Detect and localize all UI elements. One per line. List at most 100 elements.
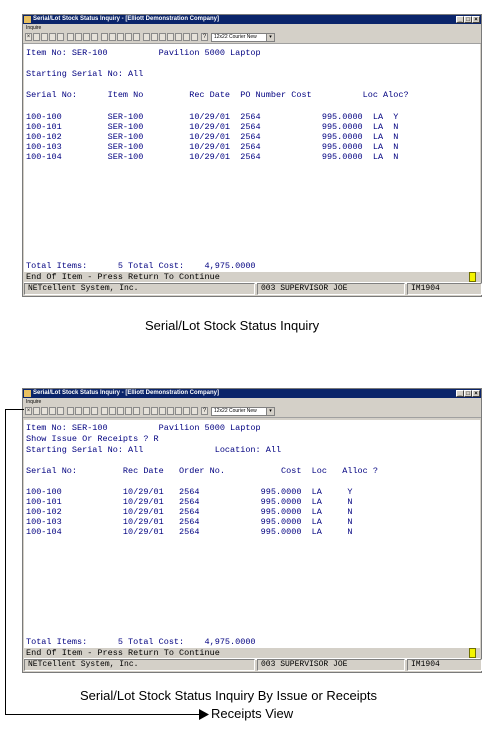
notes-icon[interactable] <box>125 33 132 41</box>
font-select-value: 12x22 Courier New <box>214 34 257 40</box>
table-row: 100-104 10/29/01 2564 995.0000 LA N <box>26 527 353 537</box>
inquiry-window: Serial/Lot Stock Status Inquiry - [Ellio… <box>22 14 482 297</box>
status-bar: NETcellent System, Inc. 003 SUPERVISOR J… <box>24 283 482 295</box>
open-icon[interactable] <box>41 407 48 415</box>
table-row: 100-101 SER-100 10/29/01 2564 995.0000 L… <box>26 122 399 132</box>
chevron-down-icon[interactable]: ▾ <box>266 408 274 415</box>
window-title: Serial/Lot Stock Status Inquiry - [Ellio… <box>33 390 220 396</box>
flag-icon[interactable] <box>133 33 140 41</box>
copy-icon[interactable] <box>75 407 82 415</box>
chevron-down-icon[interactable]: ▾ <box>266 34 274 41</box>
item-line: Item No: SER-100 Pavilion 5000 Laptop <box>26 48 261 58</box>
starting-serial-line: Starting Serial No: All <box>26 69 144 79</box>
table-row: 100-100 SER-100 10/29/01 2564 995.0000 L… <box>26 112 399 122</box>
connector-line <box>5 409 6 715</box>
maximize-button[interactable]: □ <box>464 390 472 397</box>
close-button[interactable]: × <box>472 390 480 397</box>
terminal-screen: Item No: SER-100 Pavilion 5000 Laptop St… <box>24 44 480 284</box>
menu-bar: Inquire <box>23 24 481 32</box>
gear-icon[interactable] <box>175 407 182 415</box>
caption-receipts-view: Receipts View <box>211 706 294 721</box>
menu-bar: Inquire <box>23 398 481 406</box>
totals-line: Total Items: 5 Total Cost: 4,975.0000 <box>26 261 256 271</box>
table-row: 100-103 10/29/01 2564 995.0000 LA N <box>26 517 353 527</box>
flag-icon[interactable] <box>133 407 140 415</box>
paste-icon[interactable] <box>83 407 90 415</box>
cut-icon[interactable] <box>67 33 74 41</box>
save-icon[interactable] <box>49 33 56 41</box>
mail-icon[interactable] <box>151 33 158 41</box>
end-of-item-message: End Of Item - Press Return To Continue <box>26 272 220 282</box>
calendar-icon[interactable] <box>109 407 116 415</box>
calculator-icon[interactable] <box>117 33 124 41</box>
find-icon[interactable] <box>91 407 98 415</box>
cancel-icon[interactable]: × <box>25 407 32 415</box>
chart-icon[interactable] <box>167 407 174 415</box>
status-user: 003 SUPERVISOR JOE <box>257 659 405 671</box>
maximize-button[interactable]: □ <box>464 16 472 23</box>
table-row: 100-102 10/29/01 2564 995.0000 LA N <box>26 507 353 517</box>
window-title-bar[interactable]: Serial/Lot Stock Status Inquiry - [Ellio… <box>23 15 481 24</box>
window-title-bar[interactable]: Serial/Lot Stock Status Inquiry - [Ellio… <box>23 389 481 398</box>
report-icon[interactable] <box>143 407 150 415</box>
close-button[interactable]: × <box>472 16 480 23</box>
font-select[interactable]: 12x22 Courier New ▾ <box>211 407 275 416</box>
starting-serial-line: Starting Serial No: All Location: All <box>26 445 282 455</box>
message-line: End Of Item - Press Return To Continue <box>24 272 480 282</box>
chart-icon[interactable] <box>167 33 174 41</box>
new-icon[interactable] <box>33 33 40 41</box>
cursor-indicator <box>469 272 476 282</box>
zoom-icon[interactable] <box>159 407 166 415</box>
notes-icon[interactable] <box>125 407 132 415</box>
column-header: Serial No: Rec Date Order No. Cost Loc A… <box>26 466 378 476</box>
book-icon[interactable] <box>183 33 190 41</box>
item-line: Item No: SER-100 Pavilion 5000 Laptop <box>26 423 261 433</box>
zoom-icon[interactable] <box>159 33 166 41</box>
cancel-icon[interactable]: × <box>25 33 32 41</box>
book-icon[interactable] <box>183 407 190 415</box>
connector-line <box>5 409 24 410</box>
toolbar: × ? 12x22 Courier New ▾ <box>23 406 481 418</box>
lookup-icon[interactable] <box>101 407 108 415</box>
status-code: IM1904 <box>407 283 482 295</box>
exit-icon[interactable] <box>191 407 198 415</box>
minimize-button[interactable]: _ <box>456 16 464 23</box>
help-icon[interactable]: ? <box>201 407 208 415</box>
status-user: 003 SUPERVISOR JOE <box>257 283 405 295</box>
help-icon[interactable]: ? <box>201 33 208 41</box>
find-icon[interactable] <box>91 33 98 41</box>
mail-icon[interactable] <box>151 407 158 415</box>
table-row: 100-103 SER-100 10/29/01 2564 995.0000 L… <box>26 142 399 152</box>
message-line: End Of Item - Press Return To Continue <box>24 648 480 658</box>
table-row: 100-100 10/29/01 2564 995.0000 LA Y <box>26 487 353 497</box>
app-icon <box>24 16 31 23</box>
table-row: 100-104 SER-100 10/29/01 2564 995.0000 L… <box>26 152 399 162</box>
calculator-icon[interactable] <box>117 407 124 415</box>
cut-icon[interactable] <box>67 407 74 415</box>
print-icon[interactable] <box>57 33 64 41</box>
copy-icon[interactable] <box>75 33 82 41</box>
cursor-indicator <box>469 648 476 658</box>
print-icon[interactable] <box>57 407 64 415</box>
lookup-icon[interactable] <box>101 33 108 41</box>
caption-inquiry: Serial/Lot Stock Status Inquiry <box>145 318 320 333</box>
gear-icon[interactable] <box>175 33 182 41</box>
table-row: 100-101 10/29/01 2564 995.0000 LA N <box>26 497 353 507</box>
open-icon[interactable] <box>41 33 48 41</box>
caption-issue-receipts: Serial/Lot Stock Status Inquiry By Issue… <box>80 688 377 703</box>
status-company: NETcellent System, Inc. <box>24 659 255 671</box>
totals-line: Total Items: 5 Total Cost: 4,975.0000 <box>26 637 256 647</box>
exit-icon[interactable] <box>191 33 198 41</box>
new-icon[interactable] <box>33 407 40 415</box>
menu-inquire[interactable]: Inquire <box>26 399 41 405</box>
report-icon[interactable] <box>143 33 150 41</box>
font-select-value: 12x22 Courier New <box>214 408 257 414</box>
calendar-icon[interactable] <box>109 33 116 41</box>
status-code: IM1904 <box>407 659 482 671</box>
paste-icon[interactable] <box>83 33 90 41</box>
save-icon[interactable] <box>49 407 56 415</box>
minimize-button[interactable]: _ <box>456 390 464 397</box>
font-select[interactable]: 12x22 Courier New ▾ <box>211 33 275 42</box>
status-bar: NETcellent System, Inc. 003 SUPERVISOR J… <box>24 659 482 671</box>
menu-inquire[interactable]: Inquire <box>26 25 41 31</box>
